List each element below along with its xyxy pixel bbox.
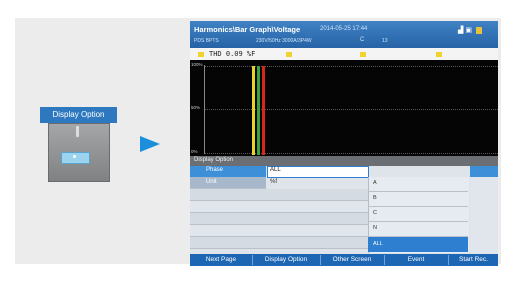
other-screen-button[interactable]: Other Screen (321, 255, 383, 265)
y-axis-label: 100% (191, 62, 203, 67)
next-page-button[interactable]: Next Page (192, 255, 250, 265)
dropdown-item-a-label: A (373, 180, 377, 186)
phase-b-bar (257, 66, 260, 155)
display-option-label: Display Option (40, 107, 117, 123)
option-header: Display Option (190, 156, 498, 166)
thd-readout: THD 0.09 %F (209, 50, 256, 58)
bar-graph-area (190, 60, 498, 156)
sync-icon: C (360, 37, 365, 43)
grid-line (205, 66, 498, 67)
device-button-dot-icon (73, 155, 76, 158)
harmonic-marker-icon (198, 52, 204, 57)
start-rec-button[interactable]: Start Rec. (449, 255, 498, 265)
y-axis-label: 0% (191, 149, 198, 154)
option-row-empty (190, 189, 368, 201)
instrument-screen: Harmonics\Bar Graph\Voltage 2014-05-25 1… (190, 21, 498, 266)
status-icons: ▟ ▣ (458, 26, 482, 34)
dropdown-item-n[interactable] (368, 222, 468, 237)
option-row-empty (190, 201, 368, 213)
signal-icon: ▟ (458, 27, 464, 34)
harmonic-marker-icon (286, 52, 292, 57)
dropdown-item-c-label: C (373, 210, 377, 216)
y-axis-label: 50% (191, 105, 201, 110)
grid-line (205, 153, 498, 154)
device-button-icon (61, 152, 90, 164)
option-row-empty (190, 225, 368, 237)
option-row-empty (190, 213, 368, 225)
battery-icon (475, 26, 482, 34)
phase-value-field[interactable] (267, 166, 369, 178)
phase-c-bar (262, 66, 265, 155)
device-slot-icon (76, 126, 79, 137)
screen-title: Harmonics\Bar Graph\Voltage (194, 25, 301, 34)
event-button[interactable]: Event (385, 255, 447, 265)
phase-value: ALL (270, 167, 281, 173)
dropdown-item-a[interactable] (368, 177, 468, 192)
phase-a-bar (252, 66, 255, 155)
sub-info-num: 13 (382, 38, 388, 44)
dropdown-item-b-label: B (373, 195, 377, 201)
unit-label: Unit (206, 179, 217, 185)
dropdown-item-b[interactable] (368, 192, 468, 207)
lock-icon: ▣ (465, 27, 472, 34)
dropdown-item-c[interactable] (368, 207, 468, 222)
grid-line (205, 109, 498, 110)
sub-info-mid: 230V/50Hz 3000A/3P4W (256, 38, 312, 44)
option-row-unit[interactable] (190, 177, 266, 189)
unit-value: %f (270, 179, 278, 185)
dropdown-item-n-label: N (373, 225, 377, 231)
right-arrow-icon (140, 136, 160, 152)
option-table-right-column (470, 177, 498, 253)
option-row-empty (190, 237, 368, 249)
dropdown-item-all-selected[interactable] (368, 237, 468, 252)
datetime-label: 2014-05-25 17:44 (320, 26, 368, 32)
harmonic-marker-icon (436, 52, 442, 57)
option-header-label: Display Option (194, 157, 234, 163)
harmonic-marker-icon (360, 52, 366, 57)
dropdown-item-all-label: ALL (373, 241, 383, 247)
sub-info-left: PDS BPTS (194, 38, 219, 44)
phase-label: Phase (206, 167, 224, 173)
display-option-button[interactable]: Display Option (253, 255, 319, 265)
